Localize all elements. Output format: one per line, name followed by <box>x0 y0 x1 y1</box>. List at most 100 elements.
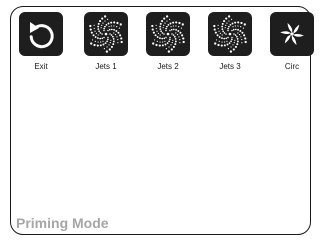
swirl-dot <box>225 17 228 20</box>
swirl-dot <box>159 28 162 30</box>
swirl-dot <box>89 24 92 28</box>
swirl-dot <box>241 42 243 44</box>
swirl-dot <box>179 42 181 44</box>
swirl-dot <box>234 25 236 27</box>
swirl-dot <box>167 24 170 26</box>
swirl-dot <box>97 22 100 25</box>
swirl-dot <box>95 32 98 34</box>
jets-swirl-icon <box>213 15 247 53</box>
circ-button[interactable]: Circ <box>270 12 314 71</box>
swirl-dot <box>221 34 223 36</box>
jets-3-tile <box>208 12 252 56</box>
swirl-dot <box>90 42 93 45</box>
swirl-dot <box>218 30 220 32</box>
swirl-dot <box>169 18 171 20</box>
swirl-dot <box>117 38 119 41</box>
swirl-dot <box>119 23 122 26</box>
jets-2-button[interactable]: Jets 2 <box>146 12 190 71</box>
swirl-dot <box>217 24 219 26</box>
swirl-dot <box>119 34 122 37</box>
swirl-dot <box>178 36 180 38</box>
swirl-dot <box>178 21 181 25</box>
swirl-dot <box>226 22 228 24</box>
swirl-dot <box>117 42 119 44</box>
swirl-dot <box>238 34 241 36</box>
swirl-dot <box>112 40 115 43</box>
swirl-dot <box>237 28 239 31</box>
jets-swirl-icon <box>89 15 123 53</box>
swirl-dot <box>161 44 164 47</box>
swirl-dots <box>213 15 247 53</box>
swirl-dot <box>99 37 102 40</box>
swirl-dot <box>159 34 161 36</box>
swirl-dot <box>92 34 95 37</box>
swirl-dot <box>97 34 99 36</box>
swirl-dot <box>227 29 229 32</box>
swirl-dot <box>94 40 96 42</box>
swirl-dot <box>217 27 219 30</box>
swirl-dot <box>231 22 234 25</box>
jets-3-button[interactable]: Jets 3 <box>208 12 252 71</box>
exit-label: Exit <box>34 62 48 71</box>
swirl-dot <box>233 33 235 35</box>
swirl-dot <box>234 39 236 41</box>
swirl-dot <box>165 27 167 30</box>
swirl-dot <box>171 33 173 35</box>
swirl-dot <box>116 26 118 28</box>
swirl-dot <box>108 48 111 51</box>
swirl-dot <box>99 44 102 47</box>
swirl-dot <box>172 25 174 27</box>
swirl-dot <box>174 40 177 43</box>
swirl-dot <box>97 25 100 28</box>
swirl-dot <box>162 41 164 43</box>
swirl-dot <box>175 25 177 27</box>
swirl-dot <box>177 29 180 32</box>
swirl-dot <box>163 17 166 20</box>
jets-2-tile <box>146 12 190 56</box>
swirl-dot <box>162 27 164 29</box>
swirl-dot <box>112 43 115 46</box>
swirl-dot <box>223 32 226 34</box>
jets-1-button[interactable]: Jets 1 <box>84 12 128 71</box>
swirl-dot <box>169 36 171 39</box>
swirl-dot <box>97 37 99 40</box>
swirl-dot <box>165 29 167 32</box>
swirl-dot <box>181 34 184 37</box>
swirl-dot <box>101 33 103 35</box>
swirl-dot <box>175 28 177 31</box>
swirl-dot <box>110 28 113 31</box>
swirl-dot <box>155 43 158 47</box>
swirl-dot <box>118 27 121 29</box>
swirl-dot <box>228 42 231 44</box>
swirl-dot <box>243 23 246 26</box>
swirl-dot <box>180 27 183 29</box>
swirl-dot <box>214 31 217 34</box>
swirl-dot <box>107 29 109 32</box>
swirl-dot <box>172 39 174 41</box>
swirl-dot <box>105 24 108 26</box>
swirl-dot <box>160 30 162 33</box>
swirl-dot <box>178 26 180 28</box>
exit-button[interactable]: Exit <box>19 12 63 71</box>
swirl-dot <box>107 36 109 39</box>
swirl-dot <box>159 41 161 43</box>
swirl-dot <box>213 28 216 31</box>
swirl-dot <box>155 27 157 30</box>
swirl-dot <box>221 22 224 25</box>
swirl-dot <box>152 31 155 34</box>
swirl-dot <box>236 38 239 40</box>
swirl-dot <box>116 21 119 25</box>
swirl-dots <box>151 15 185 53</box>
swirl-dot <box>167 50 171 53</box>
swirl-dot <box>156 30 158 32</box>
swirl-dot <box>98 30 100 33</box>
swirl-dot <box>240 26 242 28</box>
circ-tile <box>270 12 314 56</box>
swirl-dot <box>231 38 233 41</box>
swirl-dot <box>242 27 245 29</box>
swirl-dot <box>237 21 240 24</box>
swirl-dot <box>165 48 167 50</box>
jets-1-label: Jets 1 <box>95 62 117 71</box>
swirl-dot <box>97 28 100 30</box>
swirl-dot <box>100 41 102 43</box>
